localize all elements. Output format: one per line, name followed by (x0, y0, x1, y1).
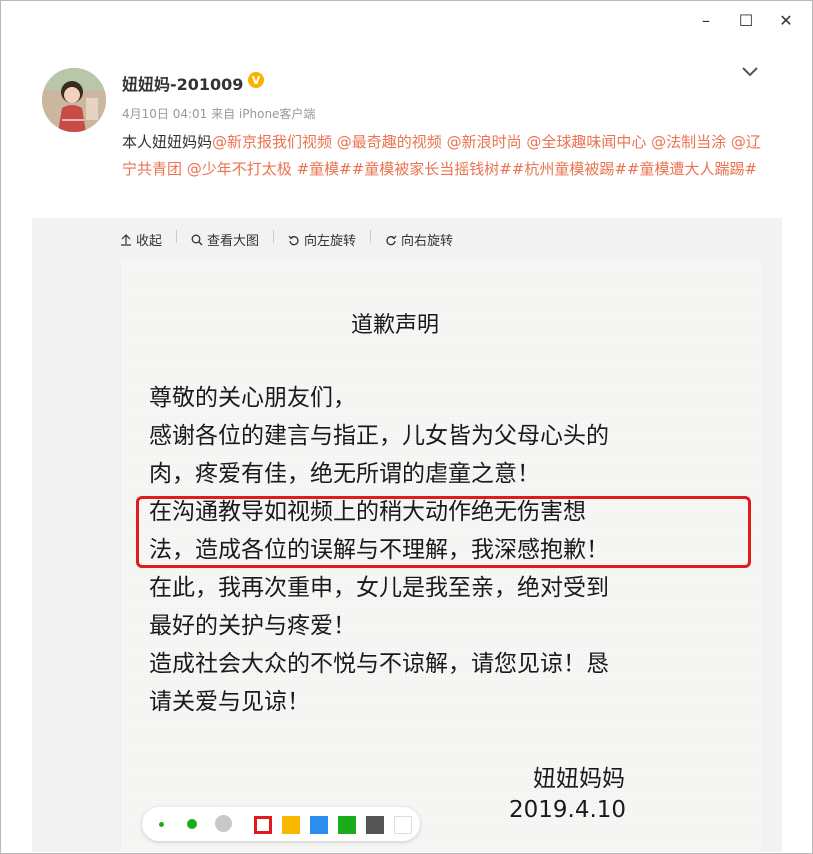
toolbar-divider (176, 230, 178, 243)
view-large-button[interactable]: 查看大图 (191, 230, 259, 249)
avatar[interactable] (42, 68, 106, 132)
toolbar-divider (273, 230, 275, 243)
color-swatch-red[interactable] (254, 816, 272, 834)
mention-link[interactable]: @新浪时尚 (442, 133, 522, 151)
collapse-icon (121, 233, 131, 246)
toolbar-divider (370, 230, 372, 243)
color-swatch-yellow[interactable] (282, 816, 300, 834)
letter-date: 2019.4.10 (509, 797, 627, 823)
mention-link[interactable]: @最奇趣的视频 (332, 133, 442, 151)
mention-link[interactable]: @少年不打太极 (182, 160, 292, 178)
color-swatch-green[interactable] (338, 816, 356, 834)
rotate-left-button[interactable]: 向左旋转 (288, 230, 356, 249)
username[interactable]: 妞妞妈-201009 (122, 71, 243, 95)
letter-line: 造成社会大众的不悦与不谅解，请您见谅！恳 (149, 651, 609, 677)
image-toolbar: 收起 查看大图 向左旋转 向右旋转 (120, 230, 453, 249)
letter-line: 感谢各位的建言与指正，儿女皆为父母心头的 (149, 423, 609, 449)
annotation-palette (142, 807, 420, 841)
letter-line: 尊敬的关心朋友们， (149, 385, 356, 411)
letter-line: 最好的关护与疼爱！ (149, 613, 356, 639)
view-large-label: 查看大图 (207, 234, 260, 249)
brush-size-small[interactable] (159, 822, 164, 827)
rotate-left-label: 向左旋转 (304, 234, 357, 249)
color-swatch-gray[interactable] (366, 816, 384, 834)
mention-link[interactable]: @新京报我们视频 (212, 133, 332, 151)
mention-link[interactable]: @全球趣味闻中心 @法制当涂 (522, 133, 726, 151)
highlight-annotation (136, 496, 751, 568)
rotate-right-label: 向右旋转 (401, 234, 454, 249)
brush-size-medium[interactable] (187, 819, 197, 829)
color-swatch-blue[interactable] (310, 816, 328, 834)
letter-line: 请关爱与见谅！ (149, 689, 310, 715)
rotate-right-button[interactable]: 向右旋转 (385, 230, 453, 249)
close-button[interactable]: ✕ (766, 7, 806, 33)
collapse-label: 收起 (136, 234, 163, 249)
letter-title: 道歉声明 (351, 313, 440, 338)
maximize-button[interactable]: ☐ (726, 7, 766, 33)
minimize-button[interactable]: – (686, 7, 726, 33)
window-controls: – ☐ ✕ (686, 7, 806, 33)
rotate-left-icon (288, 235, 299, 245)
letter-signature: 妞妞妈妈 (533, 766, 625, 792)
rotate-right-icon (386, 235, 397, 245)
mention-link[interactable]: #童模##童模被家长当摇钱树##杭州童模被踢##童模遭大人踹踢# (292, 160, 758, 178)
window: – ☐ ✕ 妞妞妈-201009 V 4月10日 04:01 来自 iPhone… (0, 0, 813, 854)
post-text: 本人妞妞妈妈@新京报我们视频 @最奇趣的视频 @新浪时尚 @全球趣味闻中心 @法… (122, 129, 767, 183)
brush-size-large[interactable] (215, 815, 232, 832)
avatar-image (42, 68, 106, 132)
post-meta: 4月10日 04:01 来自 iPhone客户端 (122, 107, 316, 121)
letter-line: 肉，疼爱有佳，绝无所谓的虐童之意！ (149, 461, 540, 487)
chevron-down-icon[interactable] (738, 61, 762, 81)
collapse-button[interactable]: 收起 (120, 230, 162, 249)
post-text-segment: 本人妞妞妈妈 (122, 133, 213, 151)
letter-line: 在此，我再次重申，女儿是我至亲，绝对受到 (149, 575, 609, 601)
color-swatch-white[interactable] (394, 816, 412, 834)
verified-badge-icon: V (248, 72, 264, 88)
search-icon (191, 234, 203, 245)
